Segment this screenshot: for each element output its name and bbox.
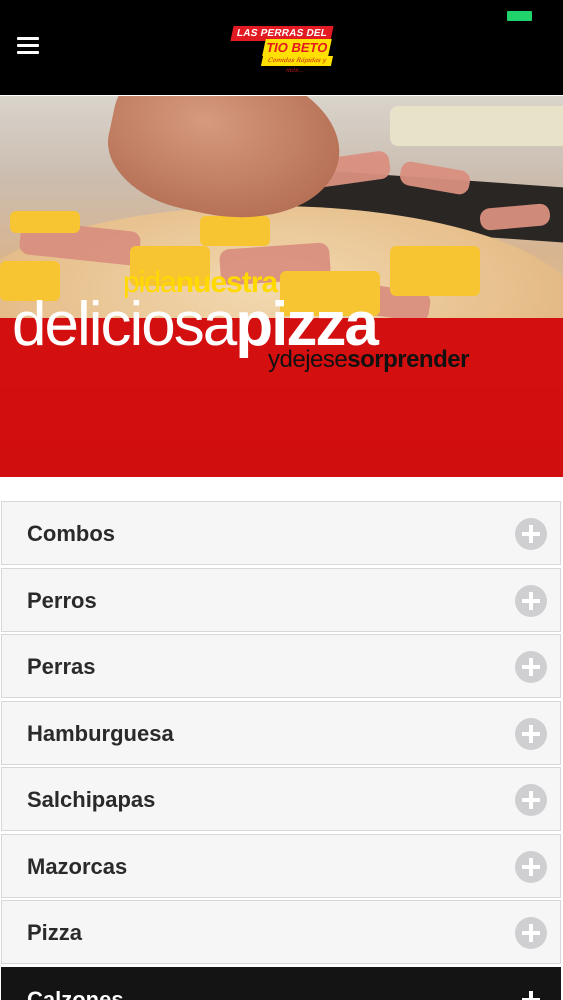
- slogan-line2-thin: deliciosa: [12, 290, 237, 359]
- app-header: LAS PERRAS DEL TIO BETO Comidas Rápidas …: [0, 0, 563, 95]
- battery-icon: [507, 11, 532, 21]
- category-label: Salchipapas: [27, 787, 156, 812]
- promo-banner: [0, 96, 563, 477]
- category-item-calzones[interactable]: Calzones: [1, 967, 561, 1000]
- plus-circle-icon[interactable]: [515, 851, 547, 883]
- category-label: Perras: [27, 654, 96, 679]
- logo-tagline: Comidas Rápidas y más...: [260, 56, 334, 74]
- logo-line2: TIO BETO: [262, 39, 332, 56]
- category-label: Pizza: [27, 920, 83, 945]
- category-label: Perros: [27, 588, 97, 613]
- plus-circle-icon[interactable]: [515, 651, 547, 683]
- category-item-salchipapas[interactable]: Salchipapas: [1, 767, 561, 831]
- slogan-line3: ydejesesorprender: [268, 346, 469, 374]
- category-item-mazorcas[interactable]: Mazorcas: [1, 834, 561, 898]
- plus-circle-icon[interactable]: [515, 718, 547, 750]
- plus-circle-icon[interactable]: [515, 917, 547, 949]
- category-item-combos[interactable]: Combos: [1, 501, 561, 565]
- category-item-perros[interactable]: Perros: [1, 568, 561, 632]
- category-label: Mazorcas: [27, 854, 128, 879]
- category-list: Combos Perros Perras Hamburguesa Salchip…: [0, 501, 563, 1000]
- plus-circle-icon[interactable]: [515, 585, 547, 617]
- plus-circle-icon[interactable]: [515, 784, 547, 816]
- category-label: Calzones: [27, 987, 124, 1000]
- brand-logo[interactable]: LAS PERRAS DEL TIO BETO Comidas Rápidas …: [230, 26, 334, 74]
- category-item-perras[interactable]: Perras: [1, 634, 561, 698]
- slogan-line3-bold: sorprender: [347, 346, 469, 373]
- category-label: Combos: [27, 521, 115, 546]
- category-item-pizza[interactable]: Pizza: [1, 900, 561, 964]
- plus-icon[interactable]: [515, 984, 547, 1000]
- hamburger-menu-icon[interactable]: [17, 37, 39, 55]
- plus-circle-icon[interactable]: [515, 518, 547, 550]
- slogan-line3-thin: ydejese: [268, 346, 348, 373]
- category-item-hamburguesa[interactable]: Hamburguesa: [1, 701, 561, 765]
- category-label: Hamburguesa: [27, 721, 174, 746]
